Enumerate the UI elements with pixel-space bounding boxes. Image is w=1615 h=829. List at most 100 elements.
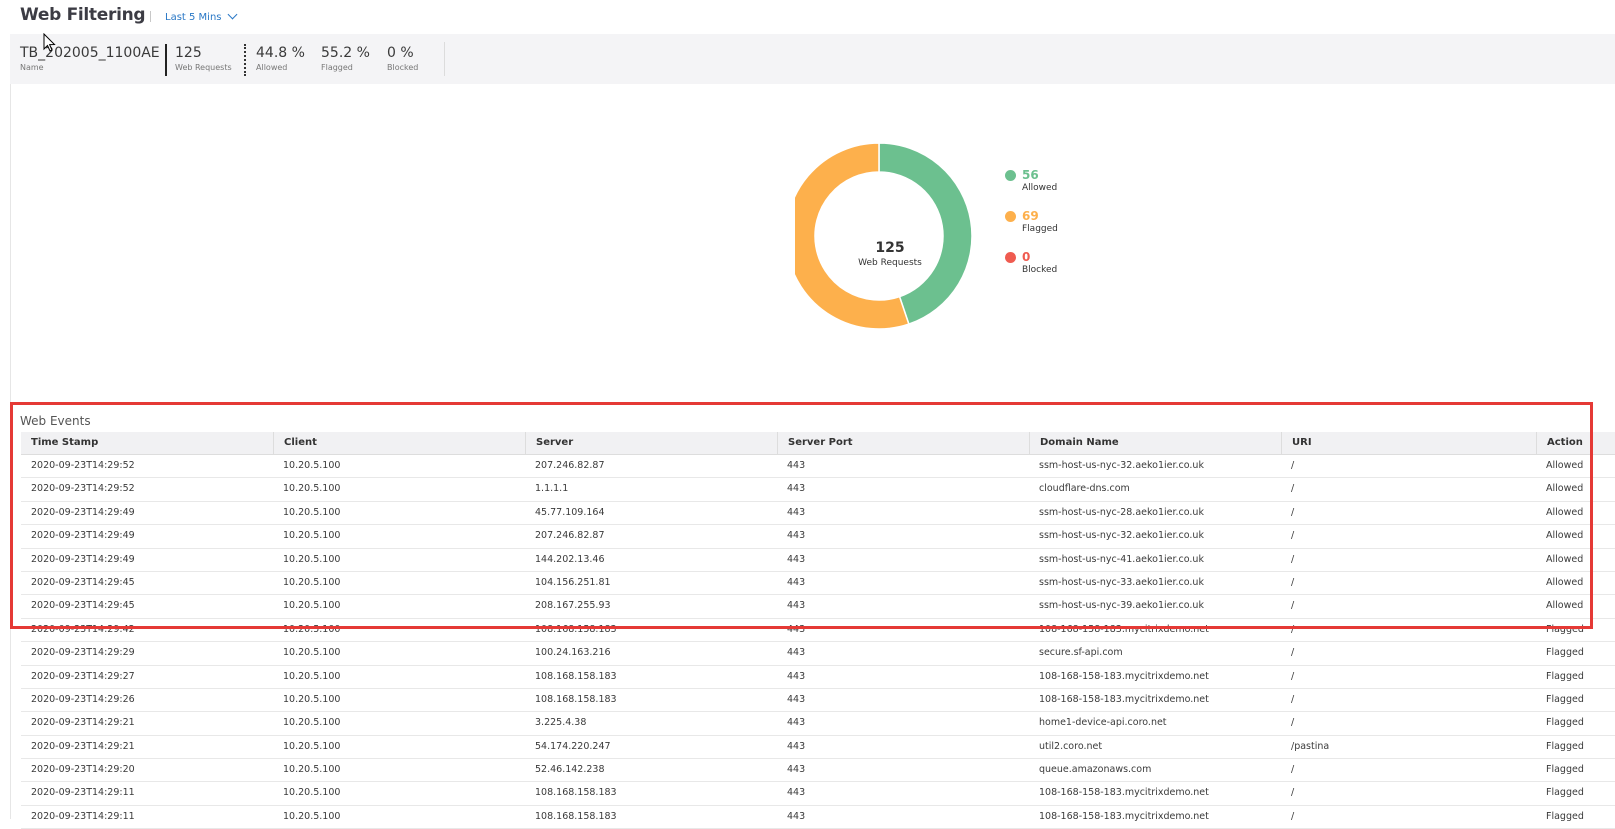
cell-server-port: 443	[787, 693, 806, 705]
cell-server-port: 443	[787, 483, 806, 495]
column-header-domain-name[interactable]: Domain Name	[1029, 432, 1281, 454]
table-row[interactable]: 2020-09-23T14:29:49 10.20.5.100 144.202.13…	[21, 549, 1615, 572]
table-row[interactable]: 2020-09-23T14:29:26 10.20.5.100 108.168.15…	[21, 689, 1615, 713]
column-header-server[interactable]: Server	[525, 432, 777, 454]
legend-flagged[interactable]: 69 Flagged	[1005, 209, 1095, 239]
column-header-time-stamp[interactable]: Time Stamp	[21, 432, 273, 454]
column-header-server-port[interactable]: Server Port	[777, 432, 1029, 454]
table-row[interactable]: 2020-09-23T14:29:11 10.20.5.100 108.168.15…	[21, 782, 1615, 806]
cell-client: 10.20.5.100	[283, 483, 341, 495]
cell-time-stamp: 2020-09-23T14:29:11	[31, 787, 135, 799]
cell-server: 104.156.251.81	[535, 576, 611, 588]
cell-uri: /	[1291, 600, 1295, 612]
cell-action: Flagged	[1546, 670, 1584, 682]
table-header: Time Stamp Client Server Server Port Dom…	[21, 432, 1615, 455]
cell-uri: /	[1291, 460, 1295, 471]
cell-action: Flagged	[1546, 623, 1584, 635]
table-row[interactable]: 2020-09-23T14:29:45 10.20.5.100 104.156.25…	[21, 572, 1615, 596]
legend-allowed[interactable]: 56 Allowed	[1005, 168, 1095, 198]
cell-uri: /	[1291, 553, 1295, 565]
requests-donut-chart: 125 Web Requests 56 Allowed 69 Flagged 0…	[795, 140, 1095, 340]
cell-server: 100.24.163.216	[535, 647, 611, 659]
web-events-table: Time Stamp Client Server Server Port Dom…	[21, 432, 1615, 829]
stat-blocked: 0 % Blocked	[387, 45, 418, 72]
cell-server-port: 443	[787, 600, 806, 612]
cell-action: Allowed	[1546, 553, 1584, 565]
cell-domain-name: secure.sf-api.com	[1039, 647, 1123, 659]
table-row[interactable]: 2020-09-23T14:29:52 10.20.5.100 1.1.1.1 443…	[21, 478, 1615, 502]
cell-domain-name: 108-168-158-183.mycitrixdemo.net	[1039, 787, 1209, 799]
cell-server-port: 443	[787, 764, 806, 776]
cell-server-port: 443	[787, 530, 806, 542]
web-events-title: Web Events	[20, 414, 91, 428]
cell-client: 10.20.5.100	[283, 600, 341, 612]
cell-time-stamp: 2020-09-23T14:29:49	[31, 530, 135, 542]
cell-server-port: 443	[787, 647, 806, 659]
cell-time-stamp: 2020-09-23T14:29:52	[31, 483, 135, 495]
table-row[interactable]: 2020-09-23T14:29:52 10.20.5.100 207.246.82…	[21, 455, 1615, 479]
stat-blocked-value: 0 %	[387, 45, 414, 61]
cell-domain-name: ssm-host-us-nyc-39.aeko1ier.co.uk	[1039, 600, 1204, 612]
table-row[interactable]: 2020-09-23T14:29:20 10.20.5.100 52.46.142.…	[21, 759, 1615, 783]
cell-domain-name: ssm-host-us-nyc-32.aeko1ier.co.uk	[1039, 530, 1204, 542]
cell-uri: /	[1291, 764, 1295, 776]
cell-client: 10.20.5.100	[283, 717, 341, 729]
cell-domain-name: ssm-host-us-nyc-41.aeko1ier.co.uk	[1039, 553, 1204, 565]
cell-time-stamp: 2020-09-23T14:29:52	[31, 460, 135, 471]
table-row[interactable]: 2020-09-23T14:29:27 10.20.5.100 108.168.15…	[21, 666, 1615, 689]
cell-client: 10.20.5.100	[283, 670, 341, 682]
table-row[interactable]: 2020-09-23T14:29:49 10.20.5.100 45.77.109.…	[21, 502, 1615, 526]
cell-server: 144.202.13.46	[535, 553, 605, 565]
cell-domain-name: 108-168-158-183.mycitrixdemo.net	[1039, 670, 1209, 682]
cell-action: Flagged	[1546, 693, 1584, 705]
donut-center: 125 Web Requests	[795, 140, 985, 340]
table-row[interactable]: 2020-09-23T14:29:11 10.20.5.100 108.168.15…	[21, 806, 1615, 829]
cell-server-port: 443	[787, 506, 806, 518]
table-row[interactable]: 2020-09-23T14:29:29 10.20.5.100 100.24.163…	[21, 642, 1615, 666]
cell-domain-name: ssm-host-us-nyc-33.aeko1ier.co.uk	[1039, 576, 1204, 588]
cell-action: Flagged	[1546, 717, 1584, 729]
blocked-dot-icon	[1005, 252, 1016, 263]
table-row[interactable]: 2020-09-23T14:29:42 10.20.5.100 108.168.15…	[21, 619, 1615, 643]
cell-client: 10.20.5.100	[283, 693, 341, 705]
cell-client: 10.20.5.100	[283, 623, 341, 635]
cell-domain-name: cloudflare-dns.com	[1039, 483, 1130, 495]
cell-uri: /	[1291, 530, 1295, 542]
legend-blocked[interactable]: 0 Blocked	[1005, 250, 1095, 280]
cell-server-port: 443	[787, 787, 806, 799]
cell-uri: /pastina	[1291, 740, 1330, 752]
cell-server: 45.77.109.164	[535, 506, 605, 518]
table-row[interactable]: 2020-09-23T14:29:45 10.20.5.100 208.167.25…	[21, 595, 1615, 619]
cell-uri: /	[1291, 787, 1295, 799]
table-row[interactable]: 2020-09-23T14:29:21 10.20.5.100 54.174.220…	[21, 736, 1615, 760]
cell-client: 10.20.5.100	[283, 460, 341, 471]
flagged-dot-icon	[1005, 211, 1016, 222]
stat-allowed-label: Allowed	[256, 63, 288, 72]
cell-server: 108.168.158.183	[535, 693, 617, 705]
table-row[interactable]: 2020-09-23T14:29:49 10.20.5.100 207.246.82…	[21, 525, 1615, 549]
cell-action: Allowed	[1546, 506, 1584, 518]
stat-flagged: 55.2 % Flagged	[321, 45, 370, 72]
column-header-action[interactable]: Action	[1536, 432, 1615, 454]
stat-flagged-label: Flagged	[321, 63, 353, 72]
time-range-dropdown[interactable]: Last 5 Mins	[165, 9, 237, 23]
column-header-uri[interactable]: URI	[1281, 432, 1536, 454]
column-header-client[interactable]: Client	[273, 432, 525, 454]
cell-uri: /	[1291, 670, 1295, 682]
page-title: Web Filtering	[20, 5, 146, 25]
cell-domain-name: util2.coro.net	[1039, 740, 1103, 752]
panel-left-border	[10, 84, 11, 819]
table-row[interactable]: 2020-09-23T14:29:21 10.20.5.100 3.225.4.38…	[21, 712, 1615, 736]
cell-uri: /	[1291, 506, 1295, 518]
cell-server-port: 443	[787, 553, 806, 565]
stat-blocked-label: Blocked	[387, 63, 419, 72]
legend-allowed-value: 56	[1022, 168, 1039, 182]
cell-client: 10.20.5.100	[283, 647, 341, 659]
cell-server-port: 443	[787, 740, 806, 752]
cell-client: 10.20.5.100	[283, 506, 341, 518]
cell-time-stamp: 2020-09-23T14:29:49	[31, 553, 135, 565]
page-header: Web Filtering Last 5 Mins	[0, 0, 1615, 34]
legend-flagged-value: 69	[1022, 209, 1039, 223]
cell-server-port: 443	[787, 623, 806, 635]
cell-client: 10.20.5.100	[283, 576, 341, 588]
